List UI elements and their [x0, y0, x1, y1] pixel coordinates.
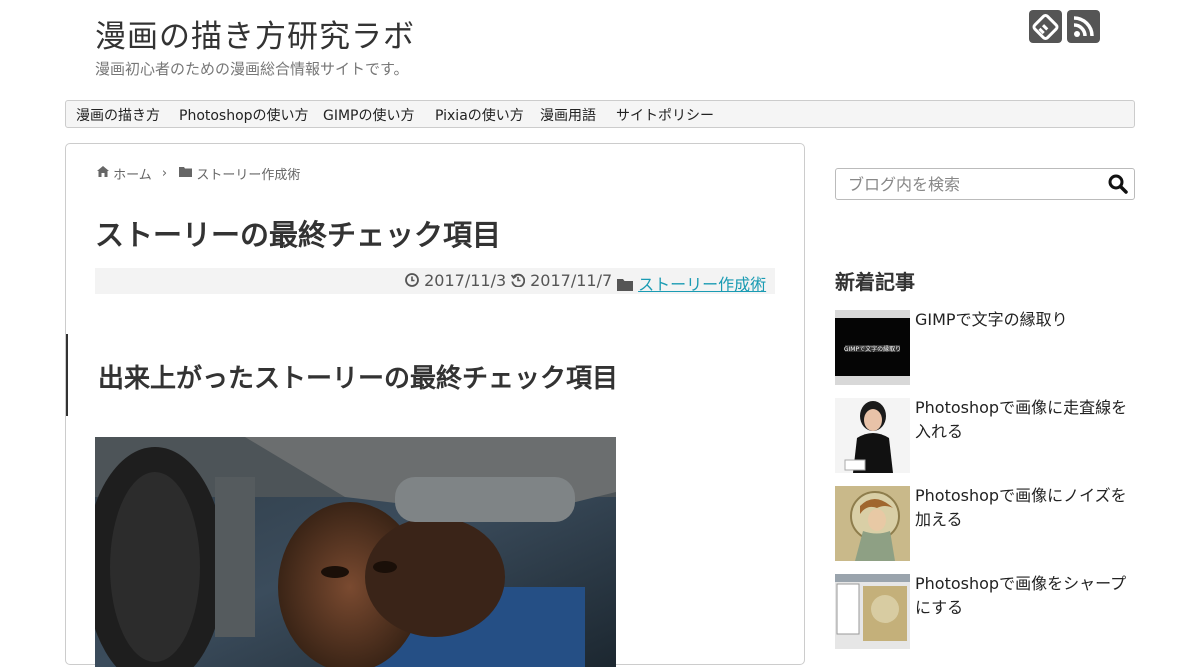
- search-icon[interactable]: [1108, 174, 1128, 194]
- folder-icon: [617, 279, 633, 291]
- post-title[interactable]: GIMPで文字の縁取り: [915, 308, 1130, 332]
- recent-post[interactable]: Photoshopで画像に走査線を入れる: [835, 398, 1135, 474]
- post-title[interactable]: Photoshopで画像にノイズを加える: [915, 484, 1130, 532]
- chevron-right-icon: ›: [161, 166, 168, 181]
- section-heading-text: 出来上がったストーリーの最終チェック項目: [98, 364, 619, 394]
- folder-icon: [179, 166, 196, 181]
- article-meta: 2017/11/3 2017/11/7 ストーリー作成術: [95, 268, 775, 294]
- post-thumbnail[interactable]: GIMPで文字の縁取り: [835, 310, 910, 385]
- section-heading: 出来上がったストーリーの最終チェック項目: [66, 334, 768, 416]
- search-box: [835, 168, 1135, 200]
- site-title[interactable]: 漫画の描き方研究ラボ: [95, 11, 415, 56]
- global-nav: 漫画の描き方 Photoshopの使い方 GIMPの使い方 Pixiaの使い方 …: [65, 100, 1135, 128]
- breadcrumb: ホーム › ストーリー作成術: [97, 164, 300, 183]
- nav-item-glossary[interactable]: 漫画用語: [540, 105, 596, 125]
- nav-item-site-policy[interactable]: サイトポリシー: [616, 105, 714, 125]
- updated-date: 2017/11/7: [510, 271, 612, 290]
- post-thumbnail[interactable]: [835, 574, 910, 649]
- article-photo: [95, 437, 616, 667]
- nav-item-gimp[interactable]: GIMPの使い方: [323, 105, 415, 125]
- main-content: ホーム › ストーリー作成術 ストーリーの最終チェック項目 2017/11/3 …: [65, 143, 805, 667]
- rss-icon[interactable]: [1067, 10, 1100, 43]
- category: ストーリー作成術: [617, 271, 766, 295]
- breadcrumb-home[interactable]: ホーム: [113, 168, 152, 183]
- feedly-icon[interactable]: [1029, 10, 1062, 43]
- recent-post[interactable]: Photoshopで画像にノイズを加える: [835, 486, 1135, 562]
- published-date: 2017/11/3: [405, 271, 506, 290]
- history-icon: [510, 273, 526, 288]
- post-title[interactable]: Photoshopで画像をシャープにする: [915, 572, 1130, 620]
- nav-item-manga-drawing[interactable]: 漫画の描き方: [76, 105, 160, 125]
- nav-item-pixia[interactable]: Pixiaの使い方: [435, 105, 524, 125]
- site-description: 漫画初心者のための漫画総合情報サイトです。: [95, 60, 409, 78]
- nav-item-photoshop[interactable]: Photoshopの使い方: [179, 105, 309, 125]
- recent-post[interactable]: Photoshopで画像をシャープにする: [835, 574, 1135, 650]
- search-input[interactable]: [846, 172, 1100, 196]
- post-thumbnail[interactable]: [835, 486, 910, 561]
- article-title: ストーリーの最終チェック項目: [95, 218, 502, 252]
- post-title[interactable]: Photoshopで画像に走査線を入れる: [915, 396, 1130, 444]
- recent-posts-heading: 新着記事: [835, 270, 915, 294]
- home-icon: [97, 166, 113, 181]
- breadcrumb-category[interactable]: ストーリー作成術: [196, 168, 300, 183]
- post-thumbnail[interactable]: [835, 398, 910, 473]
- svg-text:GIMPで文字の縁取り: GIMPで文字の縁取り: [844, 345, 901, 353]
- recent-post[interactable]: GIMPで文字の縁取り GIMPで文字の縁取り: [835, 310, 1135, 386]
- category-link[interactable]: ストーリー作成術: [638, 275, 766, 294]
- clock-icon: [405, 273, 419, 287]
